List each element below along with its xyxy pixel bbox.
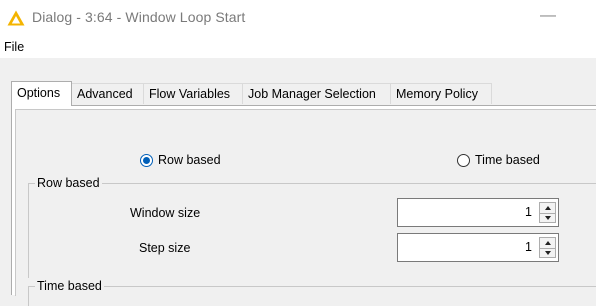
window-size-spinner-buttons (539, 202, 556, 223)
window-size-decrement-button[interactable] (540, 213, 555, 222)
row-based-radio-label: Row based (158, 153, 221, 167)
window-size-value[interactable]: 1 (525, 205, 532, 219)
time-based-radio[interactable]: Time based (457, 153, 540, 167)
knime-warning-triangle-icon (7, 10, 25, 26)
tab-job-manager-selection[interactable]: Job Manager Selection (243, 83, 391, 104)
minimize-button[interactable]: — (540, 6, 556, 26)
step-size-spinner[interactable]: 1 (397, 233, 559, 262)
row-based-group-legend: Row based (35, 176, 102, 190)
step-size-decrement-button[interactable] (540, 248, 555, 257)
arrow-down-icon (544, 250, 551, 255)
time-based-group: Time based (28, 279, 596, 306)
radio-checked-icon (140, 153, 153, 167)
options-inner-panel: Row based Time based Row based Window si… (15, 109, 596, 306)
radio-unchecked-icon (457, 153, 470, 167)
step-size-spinner-buttons (539, 237, 556, 258)
row-based-radio[interactable]: Row based (140, 153, 221, 167)
window-title: Dialog - 3:64 - Window Loop Start (32, 9, 246, 25)
row-based-group: Row based Window size 1 Step size 1 (28, 176, 596, 278)
step-size-label: Step size (139, 241, 191, 255)
arrow-down-icon (544, 215, 551, 220)
title-bar: Dialog - 3:64 - Window Loop Start — (0, 0, 596, 36)
options-panel: Row based Time based Row based Window si… (11, 105, 596, 306)
arrow-up-icon (544, 241, 551, 245)
tab-memory-policy[interactable]: Memory Policy (391, 83, 492, 104)
step-size-value[interactable]: 1 (525, 240, 532, 254)
tab-options[interactable]: Options (11, 81, 72, 106)
menu-file[interactable]: File (4, 40, 24, 54)
window-size-spinner[interactable]: 1 (397, 198, 559, 227)
menu-bar: File (0, 36, 596, 58)
tab-advanced[interactable]: Advanced (72, 83, 144, 104)
tab-flow-variables[interactable]: Flow Variables (144, 83, 243, 104)
time-based-radio-label: Time based (475, 153, 540, 167)
arrow-up-icon (544, 206, 551, 210)
time-based-group-legend: Time based (35, 279, 104, 293)
window-size-label: Window size (130, 206, 201, 220)
